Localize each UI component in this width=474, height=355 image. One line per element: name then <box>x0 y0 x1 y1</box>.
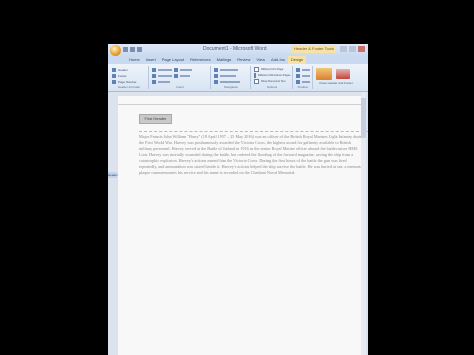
group-position: Position <box>294 66 313 89</box>
image-icon <box>152 79 156 84</box>
group-caption: Position <box>297 85 309 89</box>
checkbox-icon <box>254 73 256 78</box>
redo-icon[interactable] <box>137 47 142 52</box>
window-title: Document1 - Microsoft Word <box>203 46 267 52</box>
checkbox-icon <box>254 79 259 84</box>
alignment-tab-icon <box>296 79 300 84</box>
group-insert: Insert <box>150 66 211 89</box>
tab-references[interactable]: References <box>187 56 213 64</box>
different-odd-even-checkbox[interactable]: Different Odd & Even Pages <box>254 73 291 78</box>
maximize-button[interactable] <box>349 46 356 52</box>
minimize-button[interactable] <box>340 46 347 52</box>
undo-icon[interactable] <box>130 47 135 52</box>
quick-parts-button[interactable] <box>152 73 208 78</box>
document-paragraph[interactable]: Major Francis John William "Harry" (18 A… <box>139 134 365 176</box>
header-side-tag: Header <box>108 172 118 178</box>
tab-home[interactable]: Home <box>126 56 143 64</box>
header-position-icon <box>296 67 300 72</box>
arrow-down-icon <box>214 73 218 78</box>
save-icon[interactable] <box>123 47 128 52</box>
title-bar: Document1 - Microsoft Word Header & Foot… <box>108 44 368 56</box>
date-time-button[interactable] <box>152 67 208 72</box>
scrollbar-thumb[interactable] <box>361 98 366 138</box>
group-caption: Navigation <box>223 85 239 89</box>
header-from-top-field[interactable] <box>296 67 310 72</box>
header-boundary-line <box>139 131 368 132</box>
tab-review[interactable]: Review <box>234 56 253 64</box>
group-caption: Header & Footer <box>117 85 141 89</box>
header-region-label: First Header <box>139 114 172 124</box>
page-number-icon <box>112 79 116 84</box>
ribbon: Header Footer Page Number Header & Foote… <box>108 64 368 92</box>
previous-section-button[interactable] <box>214 67 248 72</box>
picture-icon <box>174 73 178 78</box>
close-header-footer-label: Close Header and Footer <box>319 81 353 85</box>
ribbon-tabs: Home Insert Page Layout References Maili… <box>108 56 368 64</box>
word-window: Document1 - Microsoft Word Header & Foot… <box>108 44 368 355</box>
document-page[interactable]: First Header Major Francis John William … <box>118 96 368 355</box>
link-to-previous-button[interactable] <box>214 79 248 84</box>
tab-insert[interactable]: Insert <box>143 56 159 64</box>
group-header-footer: Header Footer Page Number Header & Foote… <box>110 66 149 89</box>
close-header-footer-button[interactable] <box>336 69 350 79</box>
checkbox-icon <box>254 67 259 72</box>
quick-access-toolbar <box>123 47 142 52</box>
window-controls <box>340 46 365 52</box>
group-options: Different First Page Different Odd & Eve… <box>252 66 293 89</box>
go-to-header-footer-icon[interactable] <box>316 68 332 80</box>
footer-from-bottom-field[interactable] <box>296 73 310 78</box>
close-window-button[interactable] <box>358 46 365 52</box>
group-navigation: Navigation <box>212 66 251 89</box>
tab-add-ins[interactable]: Add-Ins <box>268 56 288 64</box>
next-section-button[interactable] <box>214 73 248 78</box>
clip-art-icon <box>174 67 178 72</box>
page-top-divider <box>118 104 362 105</box>
document-area: First Header Major Francis John William … <box>108 92 368 355</box>
tab-design[interactable]: Design <box>287 56 307 64</box>
picture-button[interactable] <box>152 79 208 84</box>
contextual-tab-title: Header & Footer Tools <box>292 45 336 53</box>
group-caption: Options <box>266 85 278 89</box>
tab-page-layout[interactable]: Page Layout <box>159 56 187 64</box>
footer-icon <box>112 73 116 78</box>
header-menu[interactable]: Header <box>112 67 146 72</box>
insert-alignment-tab-button[interactable] <box>296 79 310 84</box>
footer-position-icon <box>296 73 300 78</box>
footer-menu[interactable]: Footer <box>112 73 146 78</box>
different-first-page-checkbox[interactable]: Different First Page <box>254 67 290 72</box>
header-icon <box>112 67 116 72</box>
link-icon <box>214 79 218 84</box>
show-document-text-checkbox[interactable]: Show Document Text <box>254 79 290 84</box>
page-number-menu[interactable]: Page Number <box>112 79 146 84</box>
tab-mailings[interactable]: Mailings <box>214 56 235 64</box>
office-button-icon[interactable] <box>110 45 121 56</box>
vertical-scrollbar[interactable] <box>361 92 366 355</box>
tab-view[interactable]: View <box>253 56 268 64</box>
arrow-up-icon <box>214 67 218 72</box>
calendar-icon <box>152 67 156 72</box>
quick-parts-icon <box>152 73 156 78</box>
group-caption: Insert <box>176 85 184 89</box>
